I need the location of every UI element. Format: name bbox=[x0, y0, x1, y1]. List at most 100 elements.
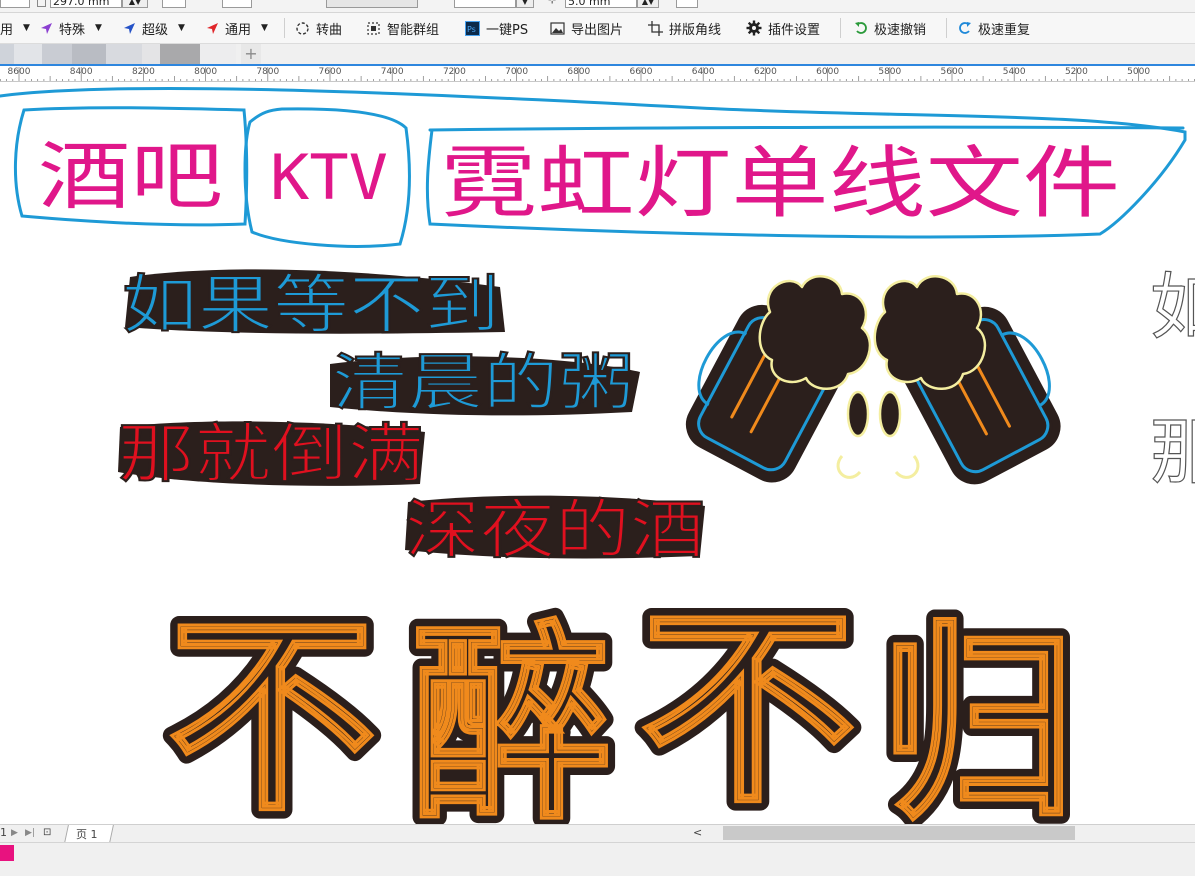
redo-icon bbox=[959, 22, 971, 34]
caret-down-icon: ▼ bbox=[261, 23, 268, 33]
one-click-ps-button[interactable]: Ps 一键PS bbox=[465, 13, 528, 43]
ruler-label: 6000 bbox=[816, 67, 840, 77]
poem-line-2: 清晨的粥 bbox=[332, 346, 634, 419]
smart-group-button[interactable]: 智能群组 bbox=[366, 13, 439, 43]
scroll-left-arrow[interactable]: < bbox=[693, 826, 702, 839]
export-image-button[interactable]: 导出图片 bbox=[550, 13, 623, 43]
big-char-2: 醉 bbox=[412, 603, 612, 824]
photoshop-icon: Ps bbox=[465, 20, 480, 36]
tool-dropdown-special[interactable]: 特殊 ▼ bbox=[40, 13, 102, 43]
plugin-settings-button[interactable]: 插件设置 bbox=[746, 13, 820, 43]
blurred-tab[interactable] bbox=[106, 44, 142, 64]
option-field[interactable] bbox=[676, 0, 698, 8]
offpage-outline-text: 如 那 bbox=[1149, 264, 1195, 494]
blurred-tab[interactable] bbox=[142, 44, 160, 64]
ruler-label: 7800 bbox=[256, 67, 280, 77]
property-field[interactable] bbox=[0, 0, 30, 8]
poem-group: 如果等不到 清晨的粥 那就倒满 深夜的酒 bbox=[117, 268, 706, 569]
ruler-label: 6200 bbox=[753, 67, 777, 77]
fast-repeat-button[interactable]: 极速重复 bbox=[958, 13, 1030, 43]
blurred-tab[interactable] bbox=[42, 44, 72, 64]
offpage-char-1: 如 bbox=[1150, 265, 1195, 349]
offpage-char-2: 那 bbox=[1150, 410, 1195, 494]
units-select[interactable] bbox=[326, 0, 418, 8]
add-tab-button[interactable]: + bbox=[241, 44, 261, 64]
page-width-spinner[interactable]: ▲▼ bbox=[122, 0, 148, 8]
ruler-label: 5200 bbox=[1064, 67, 1088, 77]
blue-arrow-icon bbox=[124, 22, 135, 34]
caret-down-icon: ▼ bbox=[178, 23, 185, 33]
page-orientation-icon[interactable] bbox=[37, 0, 46, 7]
curve-convert-icon bbox=[296, 21, 309, 35]
crop-marks-button[interactable]: 拼版角线 bbox=[648, 13, 721, 43]
tool-dropdown-general[interactable]: 通用 ▼ bbox=[206, 13, 268, 43]
convert-to-curves-button[interactable]: 转曲 bbox=[295, 13, 342, 43]
nudge-distance-field[interactable]: 5.0 mm bbox=[565, 0, 637, 8]
tool-label: 转曲 bbox=[316, 22, 343, 38]
status-bar bbox=[0, 842, 1195, 876]
tool-label: 一键PS bbox=[486, 22, 529, 38]
title-neon-text: 霓虹灯单线文件 bbox=[440, 139, 1120, 229]
units-field[interactable] bbox=[162, 0, 186, 8]
ruler-label: 6400 bbox=[691, 67, 715, 77]
tool-dropdown-super[interactable]: 超级 ▼ bbox=[123, 13, 185, 43]
group-icon bbox=[367, 21, 380, 35]
toolbar-divider bbox=[946, 18, 947, 38]
tool-label: 用 bbox=[0, 22, 14, 38]
property-bar: 297.0 mm ▲▼ ▼ ⊹ 5.0 mm ▲▼ bbox=[0, 0, 1195, 13]
horizontal-scrollbar-thumb[interactable] bbox=[723, 826, 1075, 840]
undo-icon bbox=[855, 22, 867, 34]
ruler-label: 6800 bbox=[567, 67, 591, 77]
ruler-label: 7000 bbox=[505, 67, 529, 77]
tool-label: 极速重复 bbox=[978, 22, 1031, 38]
crop-marks-icon bbox=[648, 20, 663, 36]
big-char-3: 不 bbox=[640, 587, 856, 824]
ruler-label: 8600 bbox=[7, 67, 31, 77]
tool-label: 导出图片 bbox=[571, 22, 624, 38]
title-ktv-text: KTV bbox=[270, 141, 388, 214]
tool-label: 拼版角线 bbox=[669, 22, 722, 38]
poem-line-3: 那就倒满 bbox=[118, 418, 424, 492]
tool-dropdown-partial[interactable]: 用 ▼ bbox=[0, 13, 30, 43]
tool-label: 智能群组 bbox=[387, 22, 440, 38]
big-slogan: 不 不 醉 醉 不 不 归 归 bbox=[159, 578, 1085, 824]
ruler-label: 7600 bbox=[318, 67, 342, 77]
blurred-tab[interactable] bbox=[160, 44, 200, 64]
beer-foam bbox=[758, 275, 987, 390]
plugin-toolbar: 用 ▼ 特殊 ▼ 超级 ▼ 通用 ▼ 转曲 智能群组 Ps 一键PS 导出图片 … bbox=[0, 13, 1195, 44]
caret-down-icon: ▼ bbox=[23, 23, 30, 33]
beer-mugs-illustration bbox=[685, 275, 1061, 485]
blurred-tab[interactable] bbox=[0, 44, 14, 64]
big-char-1: 不 bbox=[168, 595, 376, 824]
ruler-label: 5600 bbox=[940, 67, 964, 77]
nudge-icon: ⊹ bbox=[548, 0, 557, 6]
add-page-icon[interactable]: ⊡ bbox=[43, 827, 51, 838]
poem-line-1: 如果等不到 bbox=[122, 269, 500, 343]
drawing-canvas[interactable]: 酒吧 KTV 霓虹灯单线文件 如果等不到 清晨的粥 那就倒满 深夜的酒 不 不 … bbox=[0, 82, 1195, 824]
duplicate-distance-spinner[interactable]: ▼ bbox=[516, 0, 534, 8]
tool-label: 特殊 bbox=[59, 22, 86, 38]
blurred-tab[interactable] bbox=[14, 44, 42, 64]
page-count: 1 bbox=[0, 826, 7, 839]
next-page-icon[interactable]: ▶ bbox=[11, 828, 18, 838]
ruler-label: 7400 bbox=[380, 67, 404, 77]
caret-down-icon: ▼ bbox=[95, 23, 102, 33]
fast-undo-button[interactable]: 极速撤销 bbox=[854, 13, 926, 43]
ruler-label: 8000 bbox=[194, 67, 218, 77]
blurred-tab[interactable] bbox=[72, 44, 106, 64]
page-width-field[interactable]: 297.0 mm bbox=[50, 0, 122, 8]
last-page-icon[interactable]: ▶| bbox=[25, 828, 35, 838]
color-swatch[interactable] bbox=[0, 845, 14, 861]
title-bar-text: 酒吧 bbox=[38, 134, 223, 220]
ruler-label: 8200 bbox=[131, 67, 155, 77]
nudge-field[interactable] bbox=[222, 0, 252, 8]
neon-frame-top bbox=[428, 125, 1185, 132]
svg-text:Ps: Ps bbox=[467, 25, 476, 34]
horizontal-ruler[interactable]: 8600 8400 8200 8000 7800 7600 7400 7200 7000 6800… bbox=[0, 64, 1195, 82]
ruler-label: 8400 bbox=[69, 67, 93, 77]
artwork: 酒吧 KTV 霓虹灯单线文件 如果等不到 清晨的粥 那就倒满 深夜的酒 不 不 … bbox=[0, 86, 1195, 824]
duplicate-distance-field[interactable] bbox=[454, 0, 516, 8]
gear-icon bbox=[746, 20, 762, 36]
blurred-tab[interactable] bbox=[200, 44, 236, 64]
nudge-distance-spinner[interactable]: ▲▼ bbox=[637, 0, 659, 8]
